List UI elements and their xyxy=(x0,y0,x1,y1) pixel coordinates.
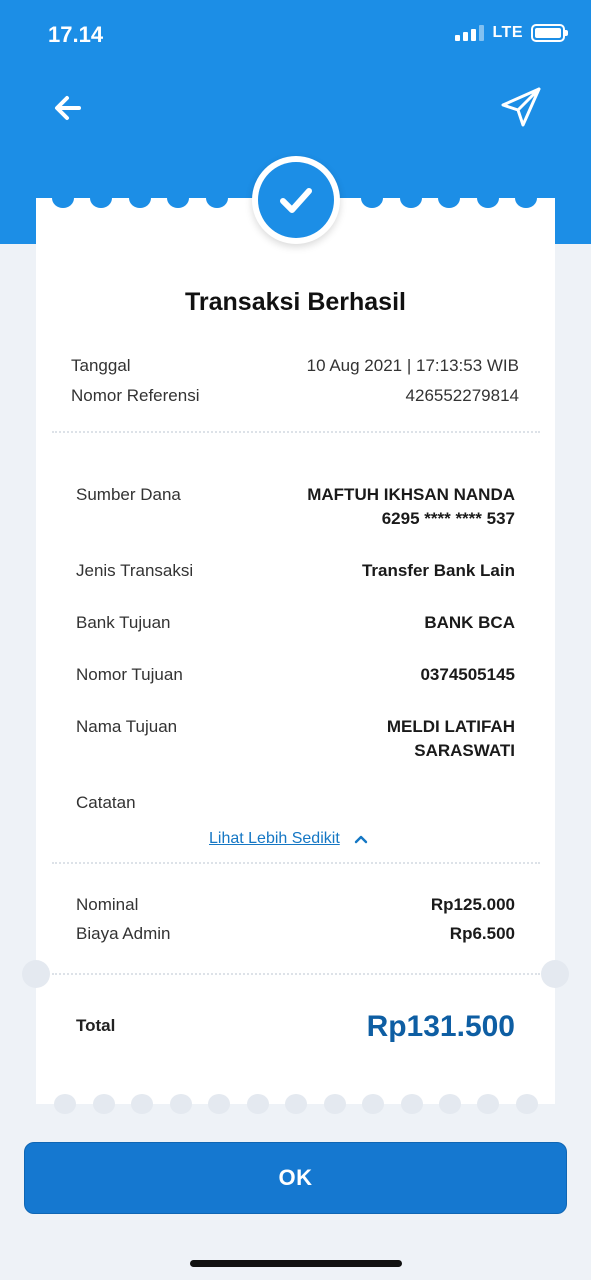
total-value: Rp131.500 xyxy=(366,1010,515,1043)
chevron-up-icon[interactable] xyxy=(354,834,368,844)
note-label: Catatan xyxy=(76,793,136,812)
recipient-label: Nama Tujuan xyxy=(76,717,178,736)
amount-value: Rp125.000 xyxy=(430,895,515,914)
receipt-notch-left xyxy=(22,960,50,988)
checkmark-icon xyxy=(280,188,312,213)
source-name: MAFTUH IKHSAN NANDA xyxy=(307,485,515,504)
status-indicators: LTE xyxy=(455,24,568,42)
battery-icon xyxy=(531,24,568,42)
admin-fee-value: Rp6.500 xyxy=(449,924,515,943)
bank-label: Bank Tujuan xyxy=(76,613,171,632)
share-button[interactable] xyxy=(500,86,542,128)
arrow-left-icon xyxy=(55,96,81,120)
date-label: Tanggal xyxy=(71,356,131,375)
admin-fee-label: Biaya Admin xyxy=(76,924,171,943)
bank-value: BANK BCA xyxy=(424,613,515,632)
recipient-name-line2: SARASWATI xyxy=(414,741,515,760)
divider xyxy=(52,431,540,433)
source-account: 6295 **** **** 537 xyxy=(381,509,515,528)
reference-value: 426552279814 xyxy=(405,386,519,405)
show-less-toggle[interactable]: Lihat Lebih Sedikit xyxy=(209,830,368,848)
receipt-bottom-edge xyxy=(36,1094,555,1114)
date-value: 10 Aug 2021 | 17:13:53 WIB xyxy=(306,356,519,375)
divider xyxy=(52,862,540,864)
divider xyxy=(52,973,540,975)
account-number-label: Nomor Tujuan xyxy=(76,665,183,684)
account-number-value: 0374505145 xyxy=(420,665,515,684)
signal-icon xyxy=(455,25,485,41)
source-label: Sumber Dana xyxy=(76,485,181,504)
ok-button[interactable]: OK xyxy=(24,1142,567,1214)
paper-plane-icon xyxy=(501,87,541,127)
receipt-card xyxy=(36,198,555,1104)
amount-label: Nominal xyxy=(76,895,139,914)
status-time: 17.14 xyxy=(48,22,104,47)
show-less-label[interactable]: Lihat Lebih Sedikit xyxy=(209,830,340,848)
network-label: LTE xyxy=(492,24,523,41)
success-badge xyxy=(252,156,340,244)
receipt-notch-right xyxy=(541,960,569,988)
page-title: Transaksi Berhasil xyxy=(185,288,406,316)
reference-label: Nomor Referensi xyxy=(71,386,200,405)
type-value: Transfer Bank Lain xyxy=(361,561,515,580)
home-indicator[interactable] xyxy=(190,1260,402,1267)
back-button[interactable] xyxy=(52,92,84,124)
recipient-name-line1: MELDI LATIFAH xyxy=(386,717,515,736)
type-label: Jenis Transaksi xyxy=(76,561,194,580)
total-label: Total xyxy=(76,1016,116,1035)
